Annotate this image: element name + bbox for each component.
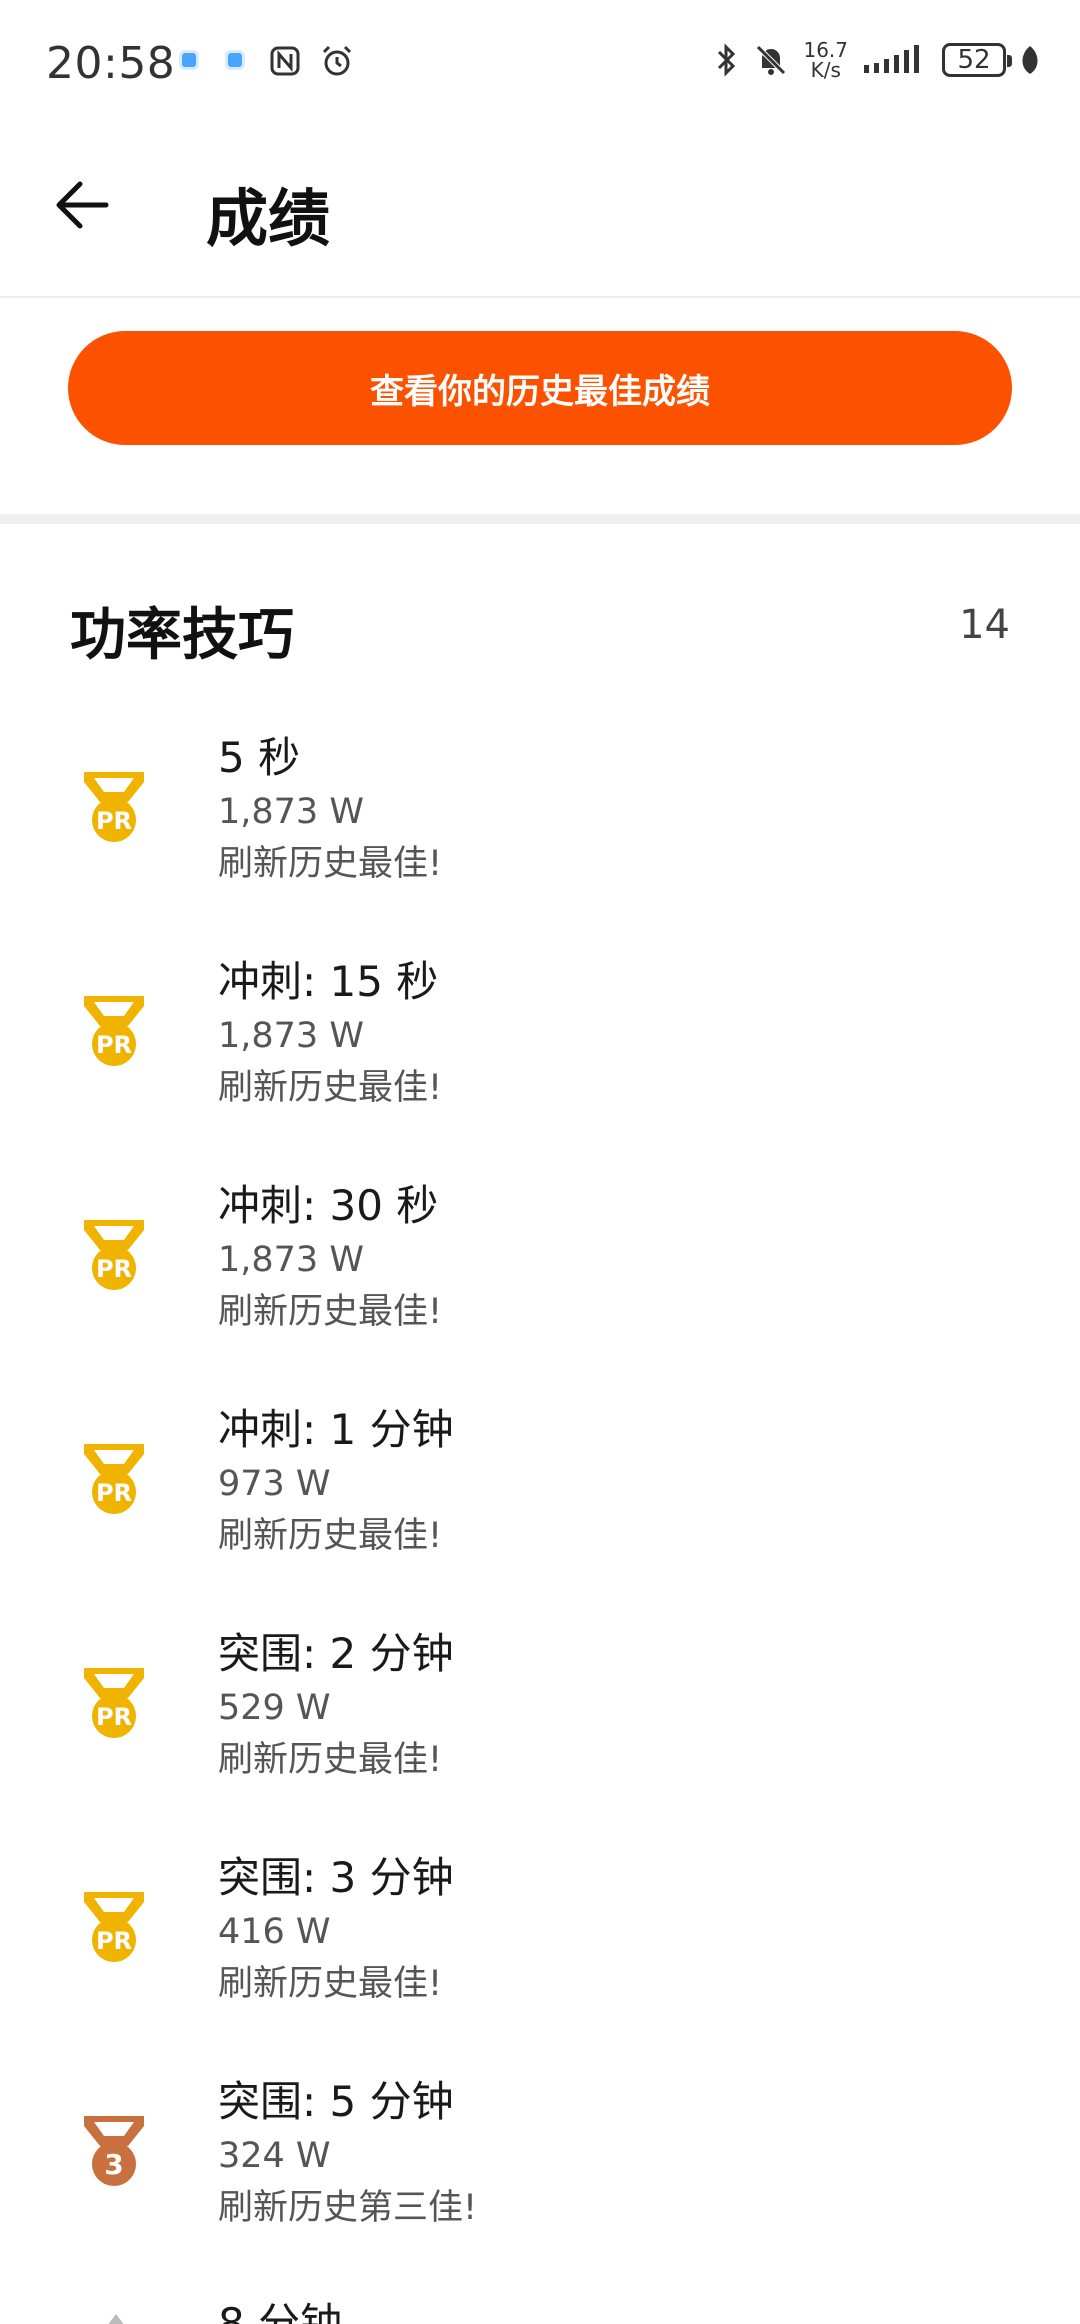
status-time: 20:58	[46, 38, 176, 89]
pr-medal-icon: PR	[84, 1444, 144, 1514]
item-note: 刷新历史最佳!	[218, 1068, 443, 1108]
medal-icon	[108, 2314, 124, 2324]
list-item[interactable]: PR 冲刺: 30 秒 1,873 W 刷新历史最佳!	[0, 1168, 1080, 1392]
item-note: 刷新历史最佳!	[218, 1740, 443, 1780]
item-note: 刷新历史最佳!	[218, 1292, 443, 1332]
item-title: 突围: 5 分钟	[218, 2077, 454, 2126]
network-speed-value: 16.7	[803, 38, 848, 62]
notification-icons	[176, 44, 354, 78]
item-note: 刷新历史最佳!	[218, 844, 443, 884]
signal-icon	[864, 45, 919, 73]
app-header: 成绩	[0, 130, 1080, 298]
bluetooth-icon	[718, 43, 736, 77]
item-value: 416 W	[218, 1912, 331, 1952]
list-item-text: 冲刺: 30 秒 1,873 W 刷新历史最佳!	[218, 1178, 442, 1338]
section-header: 功率技巧 14	[0, 580, 1080, 680]
list-item[interactable]: PR 冲刺: 1 分钟 973 W 刷新历史最佳!	[0, 1392, 1080, 1616]
item-note: 刷新历史最佳!	[218, 1964, 443, 2004]
list-item-text: 突围: 3 分钟 416 W 刷新历史最佳!	[218, 1850, 454, 2010]
list-item-text: 冲刺: 1 分钟 973 W 刷新历史最佳!	[218, 1402, 454, 1562]
list-item-text: 突围: 2 分钟 529 W 刷新历史最佳!	[218, 1626, 454, 1786]
view-best-efforts-button[interactable]: 查看你的历史最佳成绩	[68, 331, 1012, 445]
item-title: 冲刺: 1 分钟	[218, 1405, 454, 1454]
section-title: 功率技巧	[70, 603, 294, 668]
list-item[interactable]: PR 5 秒 1,873 W 刷新历史最佳!	[0, 720, 1080, 944]
list-item[interactable]: PR 突围: 3 分钟 416 W 刷新历史最佳!	[0, 1840, 1080, 2064]
item-title: 突围: 2 分钟	[218, 1629, 454, 1678]
item-value: 324 W	[218, 2136, 331, 2176]
list-item[interactable]: PR 突围: 2 分钟 529 W 刷新历史最佳!	[0, 1616, 1080, 1840]
item-title: 冲刺: 30 秒	[218, 1181, 439, 1230]
medal-label: 3	[104, 2148, 123, 2181]
item-value: 1,873 W	[218, 1016, 364, 1056]
item-value: 1,873 W	[218, 1240, 364, 1280]
item-value: 1,873 W	[218, 792, 364, 832]
section-count: 14	[959, 602, 1010, 648]
pr-medal-icon: PR	[84, 1220, 144, 1290]
medal-label: PR	[96, 1479, 132, 1507]
list-item-text: 5 秒 1,873 W 刷新历史最佳!	[218, 730, 442, 890]
network-speed-unit: K/s	[810, 58, 841, 82]
pr-medal-icon: PR	[84, 996, 144, 1066]
medal-label: PR	[96, 1927, 132, 1955]
app-notification-icon	[222, 47, 250, 75]
pr-medal-icon: PR	[84, 1892, 144, 1962]
back-arrow-icon[interactable]	[48, 170, 118, 240]
network-speed: 16.7 K/s	[803, 40, 848, 80]
list-item[interactable]: 3 突围: 5 分钟 324 W 刷新历史第三佳!	[0, 2064, 1080, 2288]
nfc-icon	[270, 46, 300, 76]
mute-bell-icon	[756, 45, 787, 75]
battery-level: 52	[957, 45, 991, 75]
partial-item-title: 8 分钟	[218, 2299, 343, 2324]
medal-label: PR	[96, 1031, 132, 1059]
leaf-icon	[1022, 46, 1038, 74]
screen: 20:58 16.7 K/s 52 成绩 查看你的历史最佳成绩 功率技巧 14 …	[0, 0, 1080, 2324]
list-item[interactable]: PR 冲刺: 15 秒 1,873 W 刷新历史最佳!	[0, 944, 1080, 1168]
medal-label: PR	[96, 1255, 132, 1283]
item-title: 突围: 3 分钟	[218, 1853, 454, 1902]
medal-label: PR	[96, 807, 132, 835]
item-value: 529 W	[218, 1688, 331, 1728]
item-title: 冲刺: 15 秒	[218, 957, 439, 1006]
battery-indicator: 52	[942, 43, 1012, 77]
pr-medal-icon: PR	[84, 772, 144, 842]
list-item-text: 冲刺: 15 秒 1,873 W 刷新历史最佳!	[218, 954, 442, 1114]
status-bar: 20:58 16.7 K/s 52	[0, 0, 1080, 130]
third-place-medal-icon: 3	[84, 2116, 144, 2186]
section-divider	[0, 514, 1080, 524]
page-title: 成绩	[206, 182, 331, 255]
item-note: 刷新历史第三佳!	[218, 2188, 478, 2228]
app-notification-icon	[176, 47, 204, 75]
cta-section: 查看你的历史最佳成绩	[0, 298, 1080, 514]
list-item-text: 突围: 5 分钟 324 W 刷新历史第三佳!	[218, 2074, 477, 2234]
achievement-list: PR 5 秒 1,873 W 刷新历史最佳! PR 冲刺: 15 秒 1,873…	[0, 720, 1080, 2288]
alarm-icon	[322, 45, 352, 76]
medal-label: PR	[96, 1703, 132, 1731]
system-icons: 16.7 K/s 52	[715, 40, 1040, 80]
item-note: 刷新历史最佳!	[218, 1516, 443, 1556]
item-title: 5 秒	[218, 733, 301, 782]
pr-medal-icon: PR	[84, 1668, 144, 1738]
item-value: 973 W	[218, 1464, 331, 1504]
